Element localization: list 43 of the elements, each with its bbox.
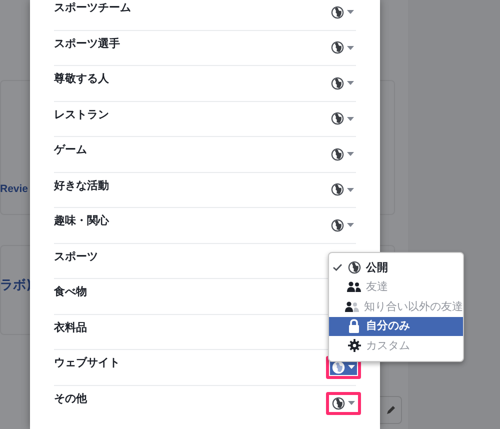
globe-icon xyxy=(348,261,360,274)
globe-icon xyxy=(331,148,344,161)
field-label: ゲーム xyxy=(54,142,87,158)
field-label: ウェブサイト xyxy=(54,355,120,371)
menu-item[interactable]: 友達 xyxy=(329,278,463,297)
menu-item[interactable]: 知り合い以外の友達 xyxy=(329,297,463,316)
people-icon xyxy=(345,300,359,313)
lock-icon xyxy=(348,319,360,334)
field-label: その他 xyxy=(54,391,87,407)
field-label: 尊敬する人 xyxy=(54,71,109,87)
caret-icon xyxy=(347,223,354,228)
field-label: 趣味・関心 xyxy=(54,213,109,229)
field-label: スポーツチーム xyxy=(54,0,131,16)
caret-icon xyxy=(347,116,354,121)
globe-icon xyxy=(331,6,344,19)
caret-icon xyxy=(348,365,355,370)
checkmark-icon xyxy=(333,264,342,272)
field-label: スポーツ選手 xyxy=(54,36,120,52)
caret-icon xyxy=(347,152,354,156)
globe-icon xyxy=(331,76,344,90)
gear-icon xyxy=(348,339,360,352)
caret-icon xyxy=(347,188,354,192)
pencil-icon xyxy=(386,405,396,415)
caret-icon xyxy=(347,81,354,86)
field-label: 好きな活動 xyxy=(54,178,109,194)
menu-item[interactable]: 公開 xyxy=(329,258,463,278)
field-label: 食べ物 xyxy=(54,284,87,300)
field-label: 衣料品 xyxy=(54,320,87,336)
globe-icon xyxy=(331,183,344,196)
link-text[interactable]: Revie xyxy=(0,182,28,198)
menu-item[interactable]: 自分のみ xyxy=(329,316,463,336)
field-label: スポーツ xyxy=(54,248,98,264)
field-label: レストラン xyxy=(54,106,109,122)
caret-icon xyxy=(347,46,354,50)
audience-button[interactable] xyxy=(330,396,357,411)
globe-icon xyxy=(332,396,345,410)
globe-icon xyxy=(331,41,344,54)
caret-icon xyxy=(348,401,355,406)
people-icon xyxy=(347,281,361,294)
globe-icon xyxy=(331,218,344,232)
caret-icon xyxy=(347,10,354,14)
menu-item[interactable]: カスタム xyxy=(329,336,463,356)
globe-icon xyxy=(331,112,344,126)
